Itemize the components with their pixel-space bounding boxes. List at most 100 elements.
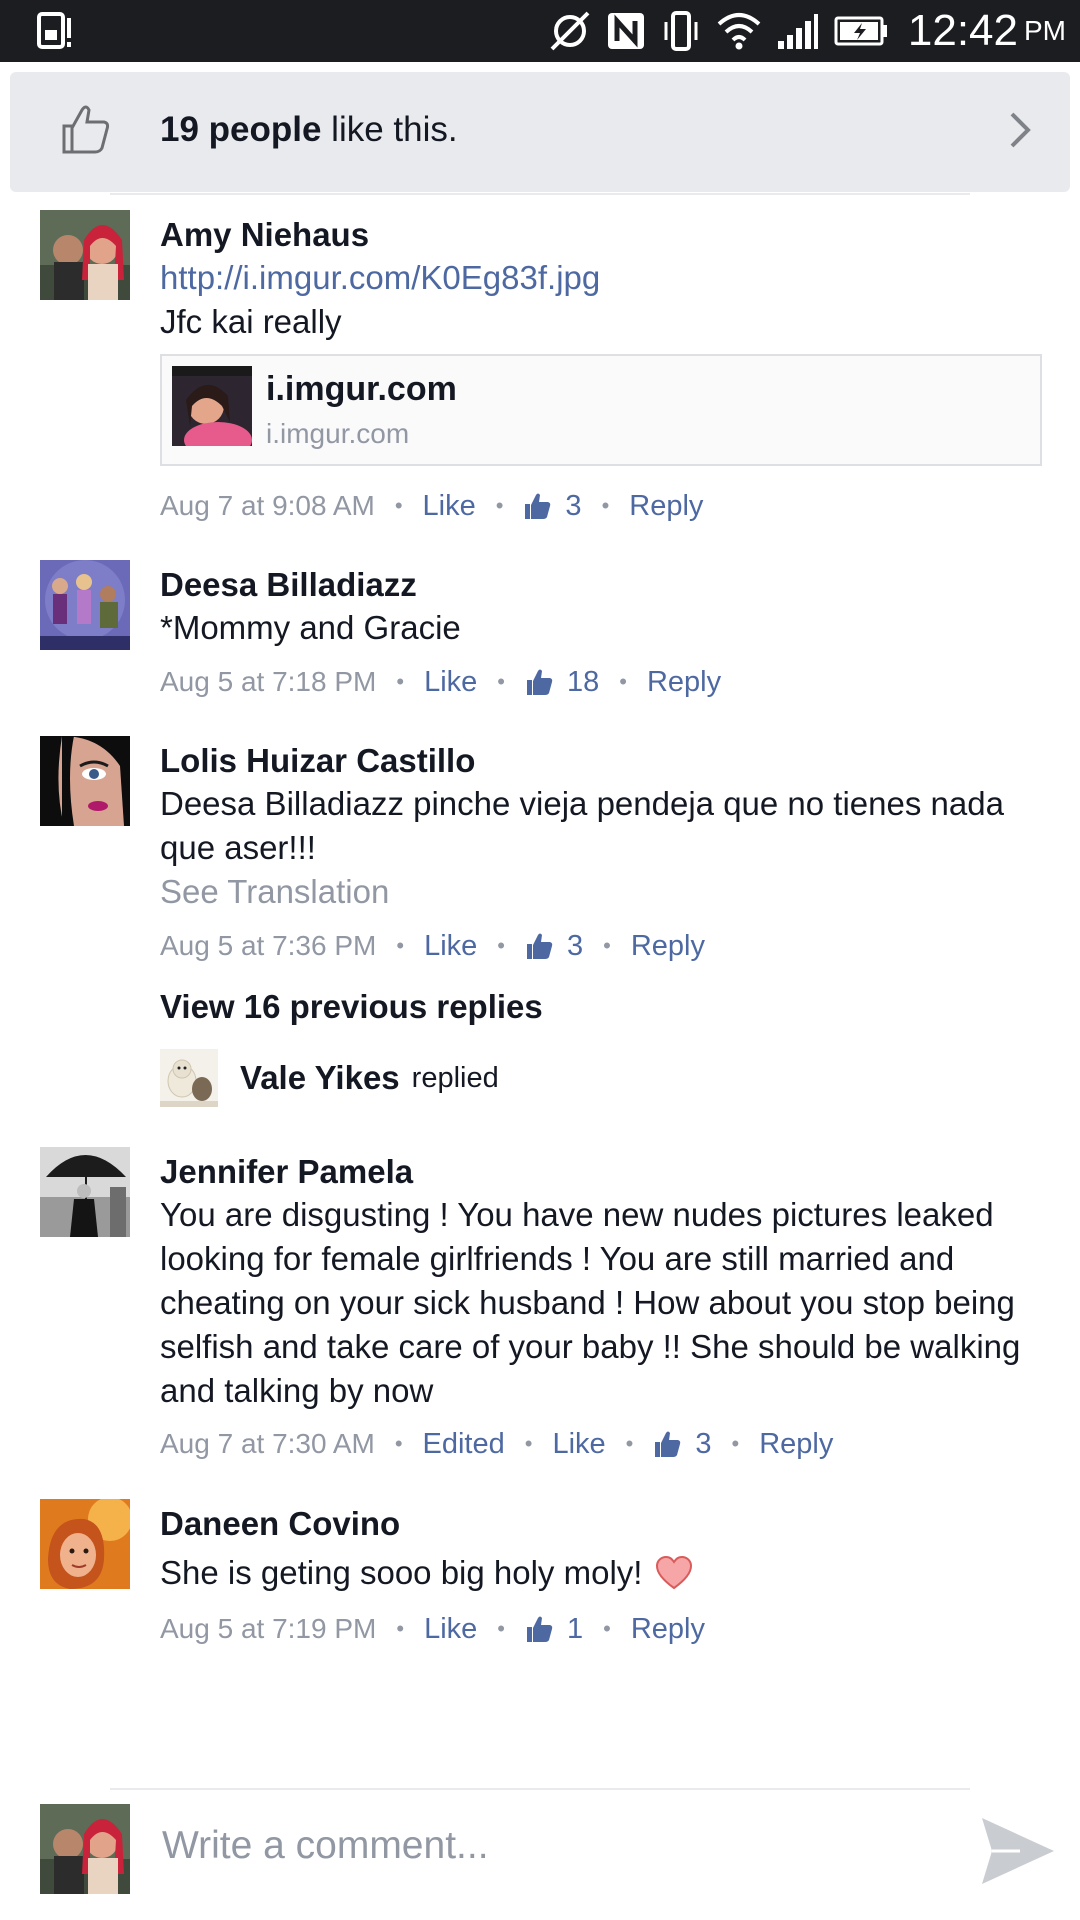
thumbs-up-icon [58,102,112,161]
comment-text: *Mommy and Gracie [160,609,461,646]
comment-body: Lolis Huizar Castillo Deesa Billadiazz p… [160,740,1040,914]
comment-like-count[interactable]: 3 [523,489,582,523]
separator-dot: • [394,1431,403,1456]
separator-dot: • [601,493,610,518]
signal-icon [776,11,820,51]
reply-button[interactable]: Reply [759,1428,833,1461]
comment-meta: Aug 5 at 7:36 PM • Like • 3 • Reply [160,926,705,966]
reply-button[interactable]: Reply [629,490,703,523]
comment-timestamp[interactable]: Aug 5 at 7:36 PM [160,930,376,962]
avatar[interactable] [40,1499,130,1589]
separator-dot: • [396,669,405,694]
status-left [22,12,76,55]
thumbs-up-icon [526,669,553,695]
thumbs-up-icon [526,933,553,959]
thumbs-up-icon [526,1616,553,1642]
sync-off-icon [548,9,592,53]
like-button[interactable]: Like [423,490,476,523]
comment-like-count[interactable]: 3 [653,1427,712,1461]
separator-dot: • [394,493,403,518]
comment-text: She is geting sooo big holy moly! [160,1554,643,1591]
like-count-value: 3 [695,1427,712,1460]
comment-timestamp[interactable]: Aug 5 at 7:19 PM [160,1613,376,1645]
thumbs-up-icon [655,1431,681,1457]
reply-author: Vale Yikes [240,1059,400,1096]
like-count-value: 3 [565,489,582,522]
chevron-right-icon [1006,110,1034,155]
comment-body: Deesa Billadiazz *Mommy and Gracie [160,564,1040,650]
comment-like-count[interactable]: 18 [525,666,599,699]
comment-text: Jfc kai really [160,303,342,340]
separator-dot: • [625,1431,634,1456]
like-count-value: 1 [566,1612,584,1645]
avatar[interactable] [40,1147,130,1237]
comment-like-count[interactable]: 3 [525,930,583,963]
like-count-value: 3 [566,929,584,962]
comment-input[interactable] [160,1810,924,1882]
comment-body: Jennifer Pamela You are disgusting ! You… [160,1151,1040,1413]
replied-label: replied [411,1061,499,1094]
like-button[interactable]: Like [424,1613,477,1646]
status-right: 12:42 PM [534,6,1066,55]
wifi-icon [716,12,762,50]
comment-meta: Aug 5 at 7:18 PM • Like • 18 • Reply [160,662,721,702]
likes-suffix: like this. [321,110,458,149]
comment-timestamp[interactable]: Aug 7 at 7:30 AM [160,1428,375,1460]
comment-like-count[interactable]: 1 [525,1613,583,1646]
separator-dot: • [497,1616,505,1641]
avatar[interactable] [40,560,130,650]
separator-dot: • [495,493,504,518]
edited-label[interactable]: Edited [423,1428,505,1461]
comment-author[interactable]: Deesa Billadiazz [160,564,1040,606]
separator-dot: • [731,1431,740,1456]
comment-body: Daneen Covino She is geting sooo big hol… [160,1503,1040,1595]
link-preview-title: i.imgur.com [266,370,457,408]
separator-dot: • [603,933,611,958]
latest-reply-preview[interactable]: Vale Yikes replied [160,1048,499,1108]
likes-summary-text: 19 people like this. [160,110,458,150]
comment-text-row: She is geting sooo big holy moly! [160,1551,1040,1595]
separator-dot: • [396,933,405,958]
reply-button[interactable]: Reply [631,930,705,963]
link-preview-domain: i.imgur.com [266,418,410,449]
like-button[interactable]: Like [424,930,477,963]
likes-count: 19 people [160,110,322,149]
likes-summary-bar[interactable]: 19 people like this. [10,72,1070,192]
like-button[interactable]: Like [424,666,477,699]
link-preview-card[interactable]: i.imgur.com i.imgur.com [160,354,1042,466]
battery-charging-icon [834,14,890,48]
comment-author[interactable]: Daneen Covino [160,1503,1040,1545]
separator-dot: • [619,669,627,694]
like-count-value: 18 [566,665,600,698]
vibrate-icon [660,10,702,52]
comment-timestamp[interactable]: Aug 5 at 7:18 PM [160,666,376,698]
comment-meta: Aug 5 at 7:19 PM • Like • 1 • Reply [160,1609,705,1649]
comment-author[interactable]: Lolis Huizar Castillo [160,740,1040,782]
avatar[interactable] [40,736,130,826]
clock-time: 12:42 [907,6,1018,55]
heart-icon [656,1556,693,1590]
separator-dot: • [524,1431,533,1456]
nfc-icon [606,11,646,51]
link-preview-thumbnail [172,366,252,446]
avatar[interactable] [40,210,130,300]
comment-meta: Aug 7 at 7:30 AM • Edited • Like • 3 • R… [160,1424,833,1464]
separator-dot: • [497,933,505,958]
comment-text: Deesa Billadiazz pinche vieja pendeja qu… [160,785,1004,866]
view-previous-replies-link[interactable]: View 16 previous replies [160,988,543,1026]
comment-link[interactable]: http://i.imgur.com/K0Eg83f.jpg [160,256,1040,300]
comment-author[interactable]: Jennifer Pamela [160,1151,1040,1193]
comment-text: You are disgusting ! You have new nudes … [160,1196,1021,1409]
like-button[interactable]: Like [552,1428,605,1461]
send-icon[interactable] [980,1816,1056,1891]
reply-button[interactable]: Reply [631,1613,705,1646]
reply-button[interactable]: Reply [647,666,721,699]
comment-author[interactable]: Amy Niehaus [160,214,1040,256]
comment-timestamp[interactable]: Aug 7 at 9:08 AM [160,490,375,522]
avatar [40,1804,130,1894]
thumbs-up-icon [525,493,551,519]
comment-composer [0,1790,1080,1920]
see-translation-link[interactable]: See Translation [160,870,1040,914]
sim-icon [36,12,76,50]
divider [110,193,970,195]
